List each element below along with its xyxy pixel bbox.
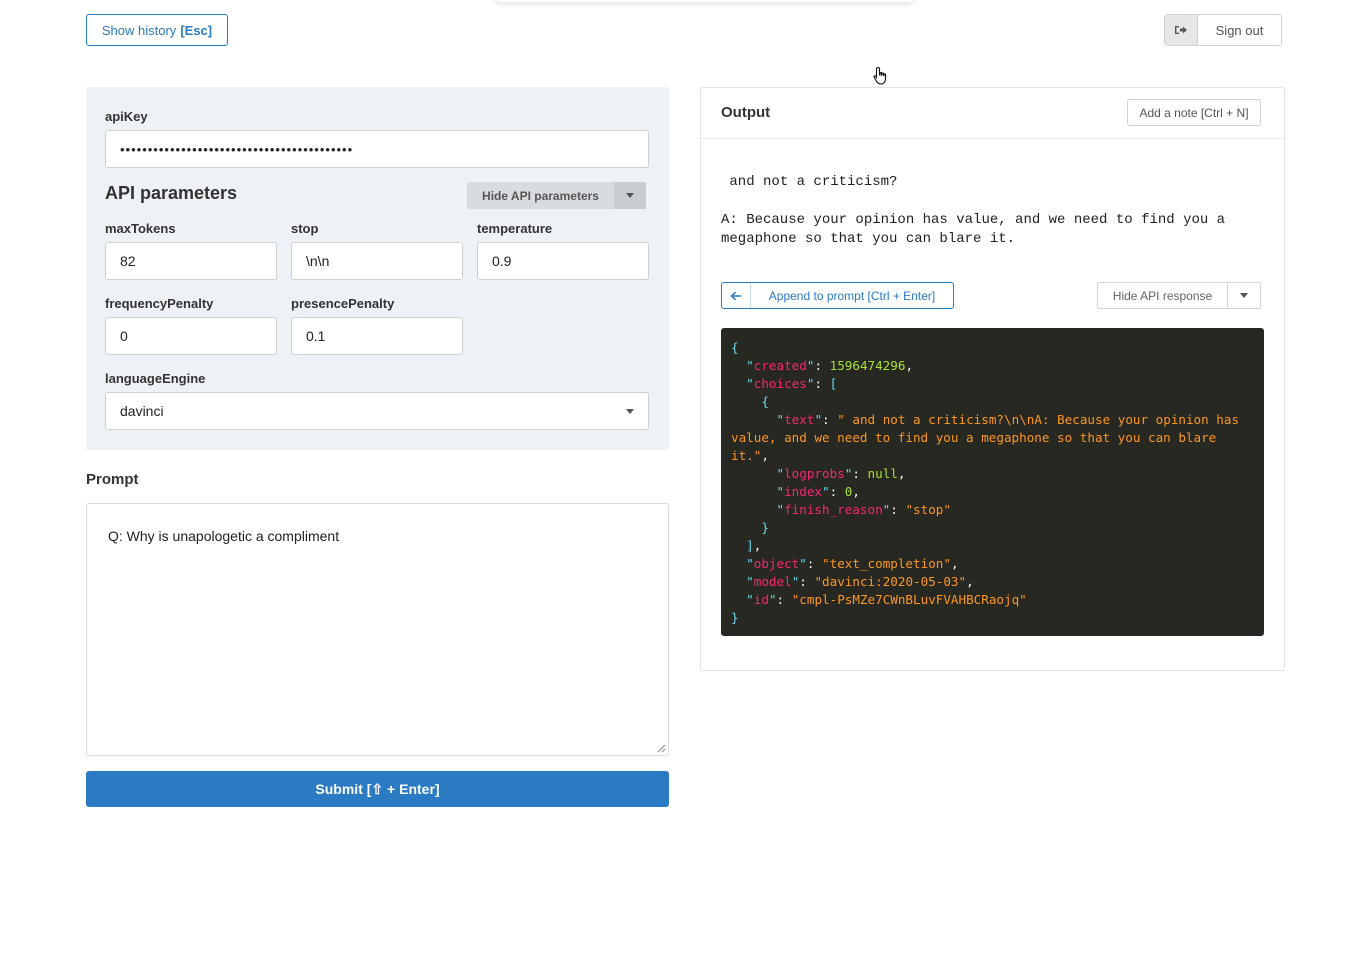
language-engine-value: davinci	[120, 403, 164, 419]
output-panel: Output Add a note [Ctrl + N] and not a c…	[700, 87, 1285, 671]
sign-out-label: Sign out	[1215, 22, 1264, 38]
max-tokens-input[interactable]: 82	[105, 242, 277, 280]
max-tokens-label: maxTokens	[105, 221, 176, 236]
json-val-model: "davinci:2020-05-03"	[814, 574, 967, 589]
hide-api-parameters-label: Hide API parameters	[482, 188, 599, 203]
language-engine-label: languageEngine	[105, 371, 206, 386]
json-key-id: id	[753, 592, 769, 607]
hide-api-response-label: Hide API response	[1112, 288, 1213, 303]
presence-penalty-input[interactable]: 0.1	[291, 317, 463, 355]
json-key-choices: choices	[753, 376, 807, 391]
chevron-down-icon[interactable]	[1227, 283, 1260, 308]
json-val-logprobs: null	[867, 466, 898, 481]
show-history-label: Show history	[101, 22, 177, 38]
json-key-created: created	[753, 358, 807, 373]
json-val-object: "text_completion"	[822, 556, 951, 571]
api-parameters-title: API parameters	[105, 183, 238, 203]
add-note-button[interactable]: Add a note [Ctrl + N]	[1127, 99, 1261, 126]
sign-out-button[interactable]: Sign out	[1164, 14, 1282, 46]
output-header: Output Add a note [Ctrl + N]	[701, 88, 1284, 139]
hide-api-parameters-button[interactable]: Hide API parameters	[467, 182, 646, 209]
json-val-index: 0	[844, 484, 853, 499]
json-key-finish-reason: finish_reason	[784, 502, 883, 517]
chevron-down-icon[interactable]	[614, 182, 646, 209]
chevron-down-icon	[626, 409, 634, 414]
json-key-object: object	[753, 556, 800, 571]
api-key-label: apiKey	[105, 109, 148, 124]
api-parameters-panel: apiKey •••••••••••••••••••••••••••••••••…	[86, 87, 669, 450]
hide-api-response-button[interactable]: Hide API response	[1097, 282, 1261, 309]
show-history-shortcut: [Esc]	[180, 22, 213, 38]
temperature-input[interactable]: 0.9	[477, 242, 649, 280]
api-key-input[interactable]: ••••••••••••••••••••••••••••••••••••••••…	[105, 130, 649, 168]
language-engine-select[interactable]: davinci	[105, 392, 649, 430]
append-to-prompt-label: Append to prompt [Ctrl + Enter]	[768, 288, 936, 303]
submit-button[interactable]: Submit [⇧ + Enter]	[86, 771, 669, 807]
json-key-model: model	[753, 574, 792, 589]
json-val-finish-reason: "stop"	[905, 502, 951, 517]
completion-line-2: A: Because your opinion has value, and w…	[721, 212, 1234, 247]
json-key-index: index	[784, 484, 823, 499]
stop-input[interactable]: \n\n	[291, 242, 463, 280]
temperature-label: temperature	[477, 221, 553, 236]
arrow-left-icon	[722, 283, 751, 308]
prompt-label: Prompt	[86, 471, 139, 488]
sign-out-icon	[1165, 15, 1198, 45]
frequency-penalty-label: frequencyPenalty	[105, 296, 214, 311]
presence-penalty-label: presencePenalty	[291, 296, 395, 311]
show-history-button[interactable]: Show history [Esc]	[86, 14, 228, 46]
completion-text: and not a criticism? A: Because your opi…	[721, 173, 1251, 249]
append-to-prompt-button[interactable]: Append to prompt [Ctrl + Enter]	[721, 282, 954, 309]
json-val-id: "cmpl-PsMZe7CWnBLuvFVAHBCRaojq"	[791, 592, 1027, 607]
api-response-json: { "created": 1596474296, "choices": [ { …	[721, 328, 1264, 636]
frequency-penalty-input[interactable]: 0	[105, 317, 277, 355]
resize-grip-icon[interactable]	[657, 744, 666, 753]
json-key-text: text	[784, 412, 815, 427]
output-title: Output	[721, 104, 771, 121]
json-val-created: 1596474296	[829, 358, 906, 373]
stop-label: stop	[291, 221, 319, 236]
completion-line-1: and not a criticism?	[721, 174, 898, 190]
prompt-text: Q: Why is unapologetic a compliment	[108, 528, 340, 544]
prompt-textarea[interactable]: Q: Why is unapologetic a compliment	[86, 503, 669, 756]
json-key-logprobs: logprobs	[784, 466, 845, 481]
top-popover-edge	[495, 0, 915, 2]
